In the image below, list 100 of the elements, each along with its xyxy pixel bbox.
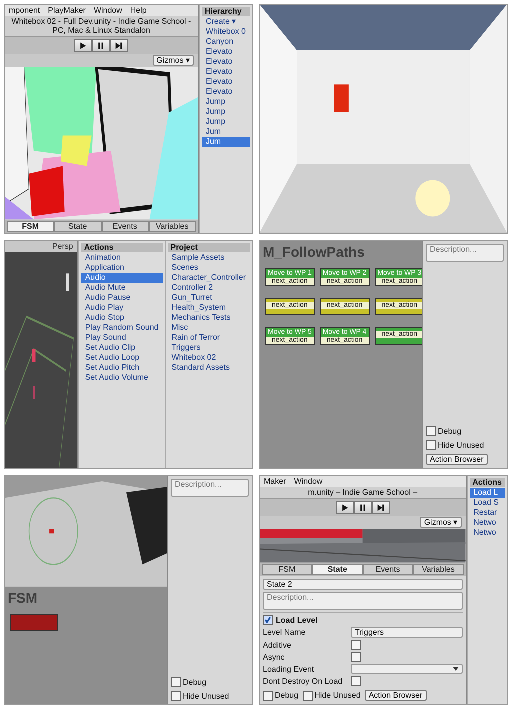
list-item[interactable]: Elevato [202,67,250,77]
tab[interactable]: Variables [413,564,464,575]
step-button[interactable] [372,501,390,514]
description-field[interactable]: Description... [426,244,504,262]
menu-item[interactable]: Window [294,477,323,486]
menu-item[interactable]: Help [130,6,147,15]
list-item[interactable]: Animation [81,252,163,263]
panel-title: Hierarchy [202,7,250,16]
menu-item[interactable]: Maker [264,477,286,486]
list-item[interactable]: Character_Controller [168,272,250,283]
list-item[interactable]: Load S [470,498,505,508]
tab[interactable]: FSM [7,220,54,232]
play-icon [79,42,88,50]
checkbox[interactable] [351,652,361,662]
list-item[interactable]: Controller 2 [168,282,250,293]
checkbox[interactable] [426,440,436,450]
menu-item[interactable]: PlayMaker [48,6,86,15]
list-item[interactable]: Mechanics Tests [168,312,250,323]
list-item[interactable]: Set Audio Pitch [81,362,163,373]
list-item[interactable]: Elevato [202,47,250,57]
checkbox-label: Hide Unused [314,691,361,700]
step-icon [115,42,124,50]
tab[interactable]: Variables [148,220,196,232]
text-field[interactable]: Triggers [351,627,463,638]
play-button[interactable] [336,501,354,514]
checkbox-label: Hide Unused [438,440,484,450]
list-item[interactable]: Standard Assets [168,362,250,373]
dropdown-field[interactable] [351,664,463,674]
list-item[interactable]: Create ▾ [202,17,250,27]
list-item[interactable]: Audio Play [81,302,163,313]
list-item[interactable]: Scenes [168,262,250,273]
list-item[interactable]: Whitebox 0 [202,27,250,37]
list-item[interactable]: Jump [202,107,250,117]
list-item[interactable]: Elevato [202,87,250,97]
list-item[interactable]: Jump [202,117,250,127]
checkbox[interactable] [263,615,273,625]
action-browser-button[interactable]: Action Browser [364,690,427,701]
property-label: Additive [263,640,292,650]
list-item[interactable]: Application [81,262,163,273]
list-item[interactable]: Audio Stop [81,312,163,323]
pause-icon [358,504,367,512]
checkbox[interactable] [426,426,436,436]
list-item[interactable]: Set Audio Clip [81,342,163,353]
checkbox[interactable] [171,677,181,687]
list-item[interactable]: Triggers [168,342,250,353]
gizmos-dropdown[interactable]: Gizmos ▾ [420,517,462,528]
action-browser-button[interactable]: Action Browser [426,454,488,466]
list-item[interactable]: Jump [202,97,250,107]
list-item[interactable]: Elevato [202,57,250,67]
state-name-field[interactable]: State 2 [263,579,463,590]
list-item[interactable]: Netwo [470,528,505,538]
list-item[interactable]: Sample Assets [168,252,250,263]
tab[interactable]: Events [102,220,149,232]
tab[interactable]: State [312,564,363,575]
list-item[interactable]: Set Audio Volume [81,372,163,383]
list-item[interactable]: Jum [202,127,250,137]
checkbox-label: Debug [275,691,299,700]
menu-item[interactable]: mponent [9,6,40,15]
checkbox[interactable] [351,676,361,686]
property-label: Dont Destroy On Load [263,676,344,686]
tab[interactable]: Events [362,564,414,575]
list-item[interactable]: Health_System [168,302,250,313]
list-item[interactable]: Set Audio Loop [81,352,163,363]
pause-button[interactable] [354,501,372,514]
gizmos-dropdown[interactable]: Gizmos ▾ [152,55,194,66]
checkbox-label: Debug [183,678,207,686]
panel-title: Project [168,242,250,252]
list-item[interactable]: Whitebox 02 [168,352,250,363]
checkbox[interactable] [171,691,181,701]
view-label: Persp [52,242,74,251]
list-item[interactable]: Canyon [202,37,250,47]
action-title: Load Level [276,616,318,624]
list-item[interactable]: Jum [202,137,250,147]
list-item[interactable]: Audio Mute [81,282,163,293]
description-field[interactable]: Description... [171,479,249,498]
list-item[interactable]: Audio Pause [81,292,163,303]
checkbox[interactable] [263,690,273,700]
checkbox-label: Debug [438,426,462,436]
list-item[interactable]: Audio [81,272,163,283]
checkbox-label: Hide Unused [183,692,230,700]
pause-button[interactable] [92,39,110,52]
list-item[interactable]: Elevato [202,77,250,87]
state-node[interactable] [10,614,58,632]
tab[interactable]: FSM [262,564,312,575]
menu-item[interactable]: Window [94,6,122,15]
list-item[interactable]: Netwo [470,518,505,528]
list-item[interactable]: Rain of Terror [168,332,250,343]
list-item[interactable]: Play Sound [81,332,163,343]
list-item[interactable]: Gun_Turret [168,292,250,303]
step-button[interactable] [110,39,128,52]
checkbox[interactable] [302,690,313,700]
checkbox[interactable] [351,640,361,650]
window-title: m.unity – Indie Game School – [260,487,466,500]
list-item[interactable]: Restar [470,508,505,518]
list-item[interactable]: Play Random Sound [81,322,163,333]
description-field[interactable]: Description... [263,592,463,610]
list-item[interactable]: Misc [168,322,250,333]
tab[interactable]: State [54,220,102,232]
list-item[interactable]: Load L [470,488,505,498]
play-button[interactable] [74,39,92,52]
